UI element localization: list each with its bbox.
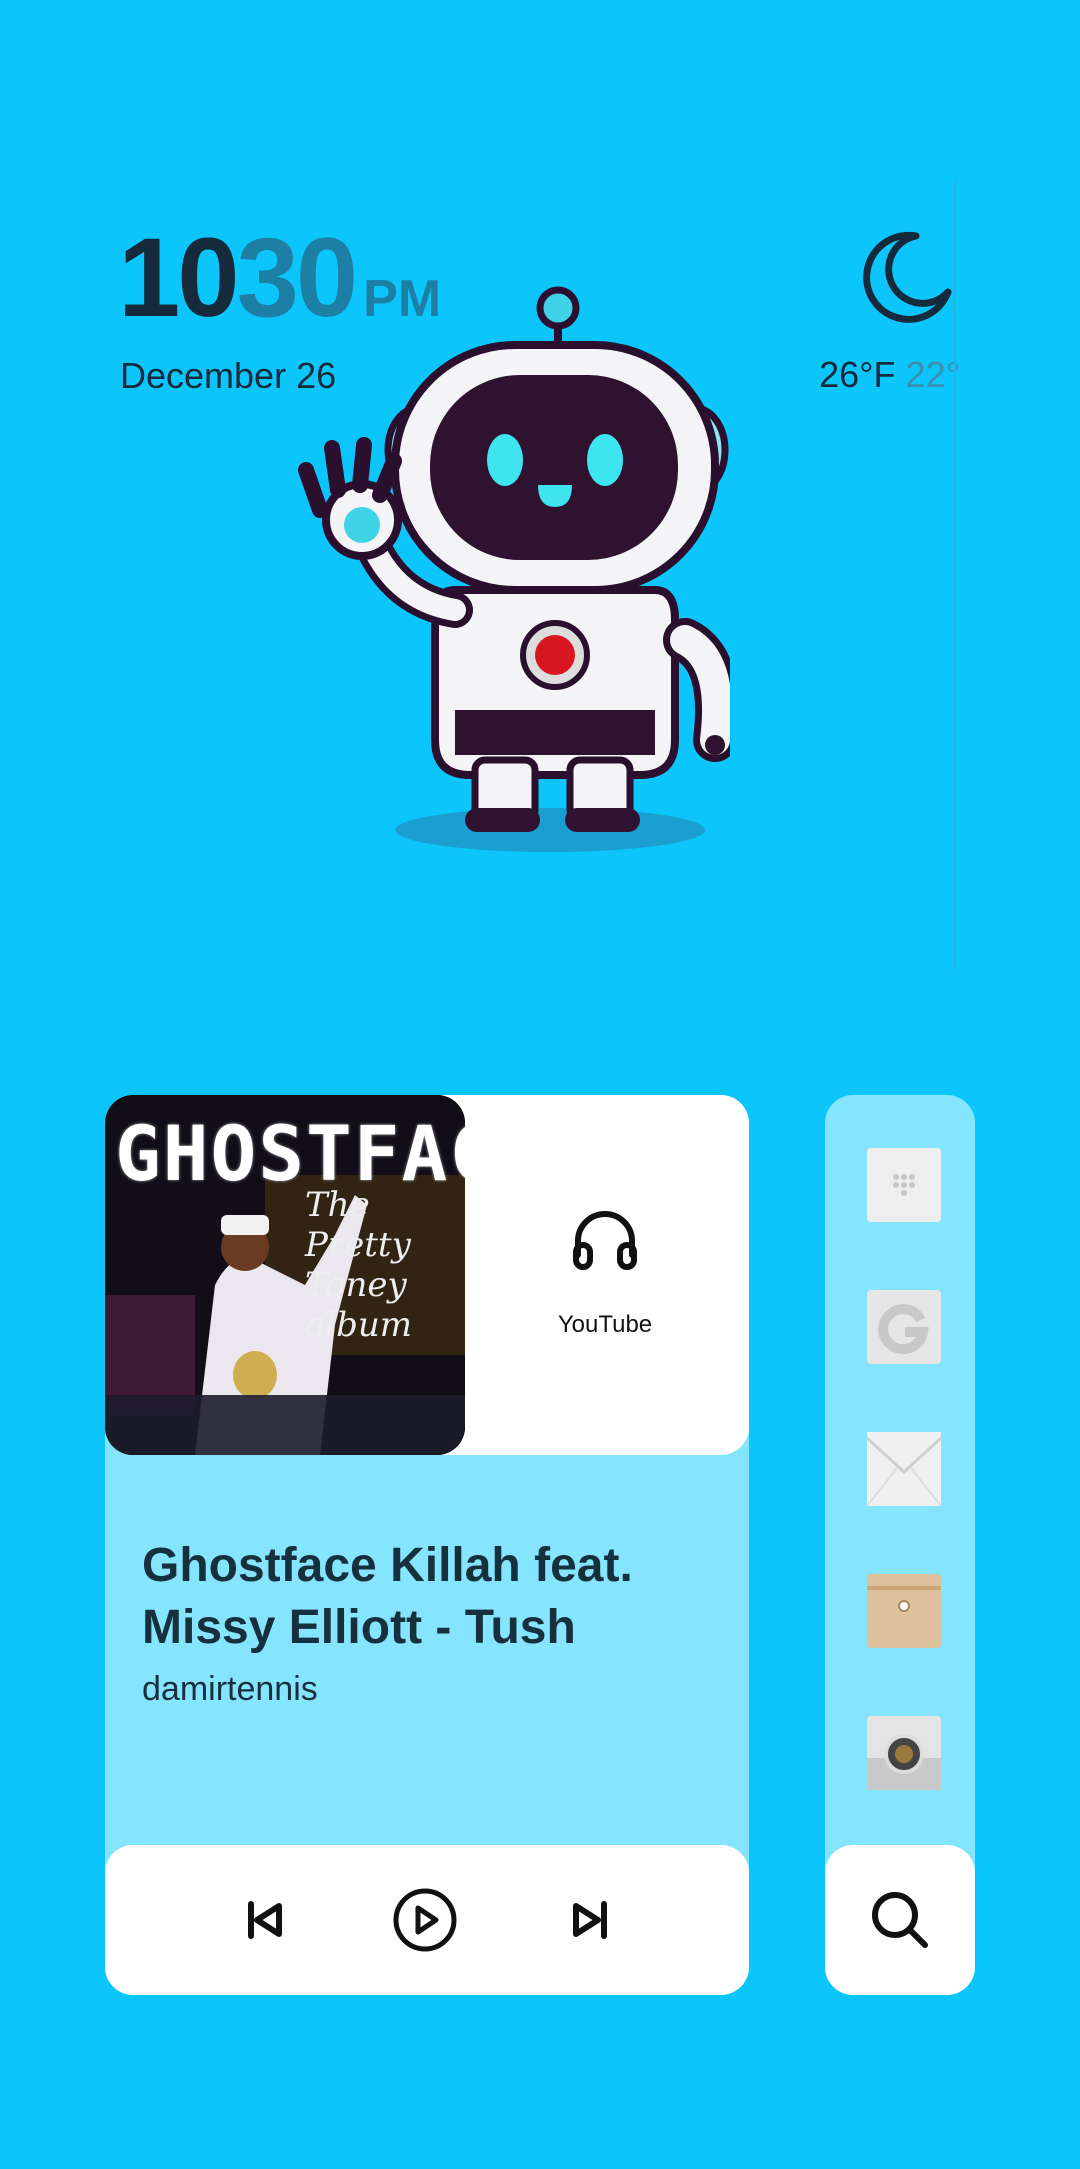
previous-button[interactable] bbox=[225, 1845, 305, 1995]
search-button[interactable] bbox=[825, 1845, 975, 1995]
album-subtitle: The Pretty Toney album bbox=[305, 1185, 413, 1345]
temp-low: 22° bbox=[905, 354, 960, 395]
play-icon bbox=[393, 1888, 457, 1952]
clock-hour: 10 bbox=[118, 215, 240, 340]
album-art[interactable]: GHOSTFACE The Pretty Toney album bbox=[105, 1095, 465, 1455]
temp-high: 26°F bbox=[819, 354, 896, 395]
weather-temps[interactable]: 26°F 22° bbox=[819, 354, 960, 396]
app-dock bbox=[825, 1095, 975, 1995]
music-widget[interactable]: GHOSTFACE The Pretty Toney album YouTube… bbox=[105, 1095, 749, 1995]
song-title: Ghostface Killah feat. Missy Elliott - T… bbox=[142, 1539, 633, 1654]
playback-controls bbox=[105, 1845, 749, 1995]
next-button[interactable] bbox=[550, 1845, 630, 1995]
files-app-icon[interactable] bbox=[867, 1574, 941, 1648]
source-label: YouTube bbox=[557, 1311, 653, 1338]
search-icon bbox=[872, 1892, 928, 1948]
moon-icon[interactable] bbox=[858, 230, 954, 326]
artist-name: damirtennis bbox=[142, 1670, 318, 1708]
camera-app-icon[interactable] bbox=[867, 1716, 941, 1790]
robot-illustration bbox=[298, 286, 730, 852]
headphones-icon bbox=[573, 1211, 637, 1270]
next-icon bbox=[573, 1901, 607, 1939]
google-app-icon[interactable] bbox=[867, 1290, 941, 1364]
mail-app-icon[interactable] bbox=[867, 1432, 941, 1506]
previous-icon bbox=[248, 1901, 282, 1939]
divider-line bbox=[954, 180, 956, 970]
play-button[interactable] bbox=[385, 1845, 465, 1995]
phone-app-icon[interactable] bbox=[867, 1148, 941, 1222]
